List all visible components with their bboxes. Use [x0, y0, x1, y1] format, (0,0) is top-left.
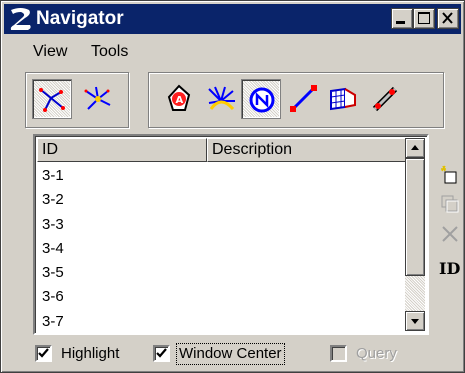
diagonal-tool-button[interactable] [365, 79, 405, 119]
menu-bar: View Tools [5, 37, 460, 65]
row-id: 3-4 [42, 239, 64, 257]
row-id: 3-1 [42, 167, 64, 184]
checkbox-box[interactable] [35, 345, 52, 362]
line-segment-icon [290, 85, 317, 112]
list-rows: 3-1 3-2 3-3 3-4 3-5 3-6 3-7 [37, 164, 407, 334]
network-view-icon [39, 88, 65, 112]
new-item-button[interactable] [439, 164, 461, 186]
id-icon: ID [439, 259, 461, 278]
title-bar[interactable]: Navigator [4, 4, 461, 34]
node-star-icon [84, 86, 111, 110]
list-row[interactable]: 3-7 [37, 310, 407, 334]
list-row[interactable]: 3-4 [37, 237, 407, 261]
maximize-button[interactable] [413, 8, 435, 29]
id-button[interactable]: ID [439, 259, 461, 281]
delete-button[interactable] [439, 223, 461, 245]
line-segment-button[interactable] [283, 79, 323, 119]
flag-grid-icon [330, 87, 356, 111]
row-id: 3-3 [42, 215, 64, 233]
list-row[interactable]: 3-1 [37, 164, 407, 188]
list-scrollbar[interactable] [405, 138, 425, 331]
scroll-down-button[interactable] [405, 311, 425, 331]
row-id: 3-6 [42, 288, 64, 306]
row-id: 3-2 [42, 191, 64, 209]
row-id: 3-5 [42, 264, 64, 282]
row-id: 3-7 [42, 312, 64, 330]
app-logo-icon [10, 8, 31, 30]
navigation-n-icon [249, 87, 275, 113]
diagonal-tool-icon [372, 86, 398, 112]
column-header-description[interactable]: Description [207, 138, 409, 162]
delete-icon [442, 226, 458, 242]
list-row[interactable]: 3-2 [37, 188, 407, 212]
menu-tools[interactable]: Tools [91, 43, 128, 61]
burst-icon [208, 86, 235, 111]
copy-icon [441, 195, 459, 213]
close-button[interactable] [437, 8, 459, 29]
list-row[interactable]: 3-6 [37, 285, 407, 309]
maximize-icon [418, 12, 430, 24]
new-item-icon [441, 165, 457, 184]
navigation-n-button[interactable] [241, 79, 281, 119]
id-list[interactable]: ID Description 3-1 3-2 3-3 3-4 3-5 3-6 3… [33, 134, 429, 335]
checkmark-icon [38, 348, 49, 358]
list-row[interactable]: 3-5 [37, 261, 407, 285]
checkmark-icon [156, 348, 167, 358]
arrow-down-icon [411, 319, 419, 324]
network-view-button[interactable] [32, 79, 72, 119]
scroll-thumb[interactable] [405, 158, 425, 276]
window-title: Navigator [36, 8, 124, 29]
navigator-window: Navigator View Tools A ID Description 3-… [0, 0, 465, 373]
list-row[interactable]: 3-3 [37, 213, 407, 237]
query-label: Query [356, 345, 397, 362]
burst-button[interactable] [201, 79, 241, 119]
arrow-up-icon [411, 145, 419, 150]
tools-toolbar: A [148, 72, 444, 128]
scroll-up-button[interactable] [405, 138, 425, 158]
copy-button[interactable] [439, 193, 461, 215]
flag-grid-button[interactable] [323, 79, 363, 119]
close-icon [442, 12, 453, 24]
highlight-label: Highlight [61, 345, 120, 362]
checkbox-box [330, 345, 347, 362]
alignment-a-icon: A [167, 84, 191, 111]
svg-text:A: A [176, 95, 184, 106]
minimize-button[interactable] [391, 8, 413, 29]
alignment-a-button[interactable]: A [159, 79, 199, 119]
view-toolbar [25, 72, 129, 128]
checkbox-box[interactable] [153, 345, 170, 362]
node-star-button[interactable] [78, 79, 118, 119]
minimize-icon [396, 21, 405, 24]
column-header-id[interactable]: ID [37, 138, 207, 162]
menu-view[interactable]: View [33, 43, 67, 61]
list-header: ID Description [37, 138, 409, 162]
window-center-label: Window Center [176, 343, 285, 365]
